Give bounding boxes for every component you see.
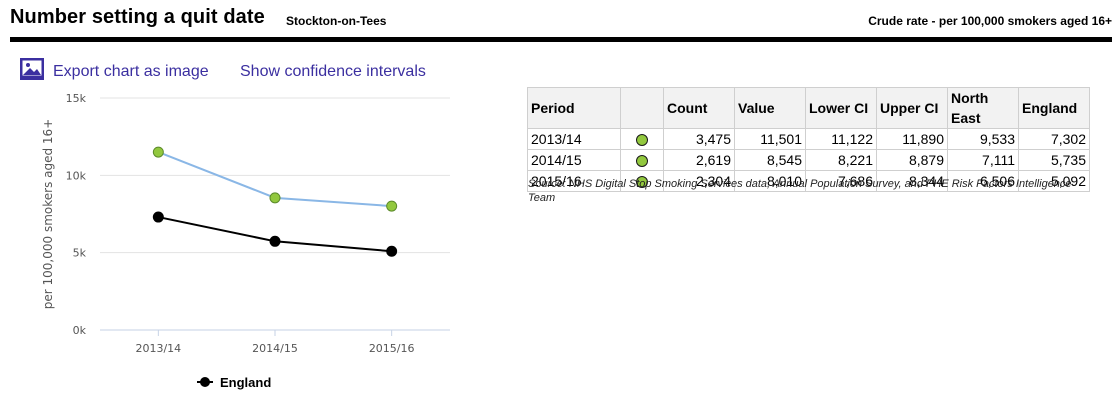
header-divider	[10, 37, 1112, 42]
page-title: Number setting a quit date	[10, 6, 265, 28]
count-cell: 2,619	[663, 149, 735, 171]
upper-ci-cell: 11,890	[876, 128, 948, 150]
england-cell: 5,735	[1018, 149, 1090, 171]
source-note: Source: NHS Digital Stop Smoking Service…	[528, 178, 1072, 204]
column-header-marker	[620, 87, 664, 129]
column-header-lower-ci: Lower CI	[805, 87, 877, 129]
england-data-point	[152, 211, 164, 223]
table-row: 2014/15 2,619 8,545 8,221 8,879 7,111 5,…	[527, 149, 1090, 171]
lower-ci-cell: 11,122	[805, 128, 877, 150]
x-tick-label: 2015/16	[369, 342, 415, 355]
area-data-point	[269, 192, 281, 204]
column-header-period: Period	[527, 87, 621, 129]
y-tick-label: 0k	[73, 324, 87, 337]
y-tick-label: 5k	[73, 247, 87, 260]
y-axis-label: per 100,000 smokers aged 16+	[41, 119, 55, 309]
column-header-england: England	[1018, 87, 1090, 129]
status-dot-icon	[636, 155, 648, 168]
england-data-point	[269, 235, 281, 247]
value-cell: 8,545	[734, 149, 806, 171]
page-header: Number setting a quit date Stockton-on-T…	[10, 6, 1112, 34]
north-east-cell: 7,111	[947, 149, 1019, 171]
marker-cell	[620, 149, 664, 171]
legend-label: England	[220, 375, 271, 390]
trend-chart: 0k 5k 10k 15k 2013/14 2014/15 2015/16 per 100,0…	[41, 92, 450, 390]
upper-ci-cell: 8,879	[876, 149, 948, 171]
area-name: Stockton-on-Tees	[286, 14, 387, 28]
england-cell: 7,302	[1018, 128, 1090, 150]
x-tick-label: 2014/15	[252, 342, 298, 355]
y-tick-label: 10k	[66, 169, 87, 182]
column-header-value: Value	[734, 87, 806, 129]
legend-marker	[200, 377, 210, 387]
marker-cell	[620, 128, 664, 150]
area-data-point	[152, 146, 164, 158]
y-tick-label: 15k	[66, 92, 87, 105]
value-cell: 11,501	[734, 128, 806, 150]
column-header-upper-ci: Upper CI	[876, 87, 948, 129]
north-east-cell: 9,533	[947, 128, 1019, 150]
column-header-north-east: North East	[947, 87, 1019, 129]
metric-label: Crude rate - per 100,000 smokers aged 16…	[868, 14, 1112, 28]
show-confidence-intervals-link[interactable]: Show confidence intervals	[240, 63, 426, 81]
image-icon	[20, 58, 44, 80]
period-cell: 2013/14	[527, 128, 621, 150]
lower-ci-cell: 8,221	[805, 149, 877, 171]
x-tick-label: 2013/14	[135, 342, 181, 355]
table-row: 2013/14 3,475 11,501 11,122 11,890 9,533…	[527, 128, 1090, 150]
count-cell: 3,475	[663, 128, 735, 150]
england-data-point	[386, 245, 398, 257]
status-dot-icon	[636, 134, 648, 147]
column-header-count: Count	[663, 87, 735, 129]
area-data-point	[386, 200, 398, 212]
export-chart-label: Export chart as image	[53, 63, 209, 80]
table-header-row: Period Count Value Lower CI Upper CI Nor…	[527, 87, 1090, 129]
period-cell: 2014/15	[527, 149, 621, 171]
